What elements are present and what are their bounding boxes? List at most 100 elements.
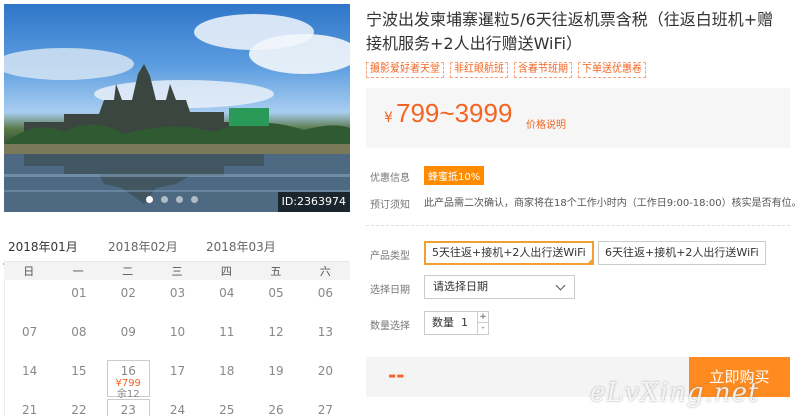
calendar-empty-cell (5, 280, 54, 319)
calendar-day[interactable]: 16 ¥799 余12 (106, 360, 150, 400)
calendar-day[interactable]: 06 (301, 280, 350, 319)
price-panel: ¥ 799~3999 价格说明 (366, 88, 790, 148)
currency-symbol: ¥ (384, 110, 393, 126)
date-select[interactable]: 请选择日期 (424, 275, 575, 299)
day-number: 21 (22, 403, 38, 416)
option-5-day[interactable]: 5天往返+接机+2人出行送WiFi (424, 241, 594, 265)
product-type-label: 产品类型 (370, 251, 410, 262)
calendar-day[interactable]: 27 (301, 397, 350, 416)
option-6-day[interactable]: 6天往返+接机+2人出行送WiFi (598, 241, 766, 265)
calendar-weekday-header: 日一二三四五六 (4, 262, 350, 280)
day-number: 09 (120, 325, 136, 339)
weekday-label: 二 (122, 265, 134, 278)
feature-tag: 摄影爱好者天堂 (366, 62, 444, 78)
day-number: 08 (71, 325, 87, 339)
site-watermark: eLvXing.net (590, 378, 760, 408)
calendar-day[interactable]: 18 (202, 358, 251, 397)
weekday-label: 日 (23, 265, 35, 278)
day-number: 20 (317, 364, 333, 378)
tab-month-mar[interactable]: 2018年03月 (206, 238, 276, 255)
day-number: 16 (120, 364, 136, 378)
day-number: 27 (317, 403, 333, 416)
quantity-prefix: 数量 (432, 316, 454, 329)
calendar-day[interactable]: 22 (54, 397, 103, 416)
calendar-day[interactable]: 15 (54, 358, 103, 397)
calendar-day[interactable]: 04 (202, 280, 251, 319)
day-number: 02 (120, 286, 136, 300)
day-number: 23 (120, 403, 136, 416)
carousel-dot-4[interactable] (191, 196, 198, 203)
calendar-day[interactable]: 23 (106, 399, 150, 416)
quantity-stepper[interactable]: 数量 1 + - (424, 311, 489, 335)
divider (366, 225, 790, 226)
month-tabs: 2018年01月 2018年02月 2018年03月 (3, 234, 350, 265)
calendar-day[interactable]: 21 (5, 397, 54, 416)
calendar-day[interactable]: 07 (5, 319, 54, 358)
calendar-grid: 01 02 03 04 05 06 07 08 09 10 11 12 13 14 15 16 ¥799 余12 1… (4, 280, 350, 416)
quantity-value[interactable]: 1 (461, 312, 468, 334)
calendar-day[interactable]: 02 (104, 280, 153, 319)
feature-tag: 非红眼航班 (450, 62, 508, 78)
day-number: 03 (169, 286, 186, 300)
carousel-dot-3[interactable] (176, 196, 183, 203)
calendar-day[interactable]: 13 (301, 319, 350, 358)
calendar-day[interactable]: 05 (251, 280, 300, 319)
notice-label: 预订须知 (370, 200, 410, 211)
day-number: 10 (169, 325, 186, 339)
day-number: 15 (71, 364, 87, 378)
calendar-day[interactable]: 17 (153, 358, 202, 397)
price-explain-link[interactable]: 价格说明 (526, 116, 566, 131)
quantity-decrease-button[interactable]: - (477, 323, 488, 334)
day-number: 26 (268, 403, 284, 416)
quantity-label: 数量选择 (370, 321, 410, 332)
product-title: 宁波出发柬埔寨暹粒5/6天往返机票含税（往返白班机+赠接机服务+2人出行赠送Wi… (366, 10, 774, 53)
quantity-increase-button[interactable]: + (477, 312, 488, 323)
promo-badge: 蜂蜜抵10% (424, 166, 485, 185)
day-number: 22 (71, 403, 87, 416)
day-price: ¥799 (115, 378, 141, 389)
date-select-value: 请选择日期 (433, 280, 488, 293)
calendar-day[interactable]: 12 (251, 319, 300, 358)
day-number: 12 (268, 325, 284, 339)
calendar-day[interactable]: 03 (153, 280, 202, 319)
calendar-day[interactable]: 10 (153, 319, 202, 358)
weekday-label: 四 (220, 265, 232, 278)
carousel-dot-1[interactable] (146, 196, 153, 203)
total-price: -- (388, 363, 405, 387)
calendar-day[interactable]: 08 (54, 319, 103, 358)
weekday-label: 三 (171, 265, 183, 278)
day-number: 07 (22, 325, 38, 339)
feature-tags: 摄影爱好者天堂 非红眼航班 含春节班期 下单送优惠卷 (366, 62, 646, 78)
calendar-day[interactable]: 14 (5, 358, 54, 397)
day-number: 14 (22, 364, 38, 378)
feature-tag: 下单送优惠卷 (578, 62, 646, 78)
calendar-day[interactable]: 09 (104, 319, 153, 358)
booking-notice: 此产品需二次确认，商家将在18个工作小时内（工作日9:00-18:00）核实是否… (424, 198, 799, 209)
calendar-day[interactable]: 01 (54, 280, 103, 319)
calendar-day[interactable]: 19 (251, 358, 300, 397)
calendar-day[interactable]: 25 (202, 397, 251, 416)
tab-month-feb[interactable]: 2018年02月 (108, 238, 178, 255)
day-number: 01 (71, 286, 87, 300)
tab-month-jan[interactable]: 2018年01月 (3, 238, 83, 265)
product-photo[interactable]: ID:2363974 (4, 4, 350, 212)
temple-image (4, 14, 350, 212)
promo-label: 优惠信息 (370, 173, 410, 184)
calendar-day[interactable]: 24 (153, 397, 202, 416)
day-number: 17 (169, 364, 186, 378)
weekday-label: 一 (72, 265, 84, 278)
carousel-dot-2[interactable] (161, 196, 168, 203)
feature-tag: 含春节班期 (514, 62, 572, 78)
day-number: 24 (169, 403, 186, 416)
chevron-down-icon (555, 280, 566, 291)
day-number: 11 (219, 325, 235, 339)
calendar-day[interactable]: 20 (301, 358, 350, 397)
day-number: 19 (268, 364, 284, 378)
day-number: 04 (219, 286, 235, 300)
calendar-day[interactable]: 26 (251, 397, 300, 416)
date-label: 选择日期 (370, 285, 410, 296)
day-number: 18 (219, 364, 235, 378)
day-number: 25 (219, 403, 235, 416)
calendar-day[interactable]: 11 (202, 319, 251, 358)
date-calendar: 日 一 二 三 四 五 六 01 02 03 04 05 06 07 08 09 10 11 12 13 14 15 16… (4, 262, 350, 416)
